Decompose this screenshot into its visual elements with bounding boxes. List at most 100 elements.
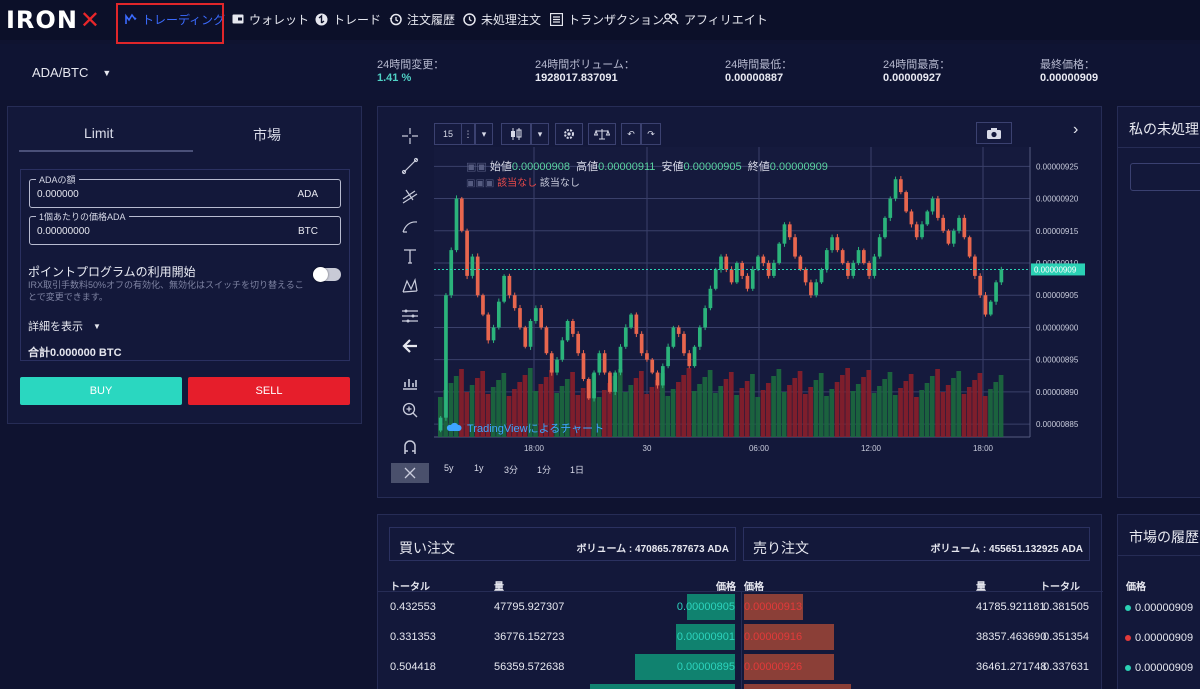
chevron-down-icon: ▼	[93, 321, 101, 331]
amount-legend: ADAの額	[36, 173, 79, 186]
candle-body	[592, 372, 596, 399]
tradingview-attribution[interactable]: TradingViewによるチャート	[446, 420, 604, 436]
nav-item-trade[interactable]: トレード	[315, 0, 381, 38]
volume-bar	[845, 368, 850, 437]
volume-bar	[639, 371, 644, 437]
candle-body	[946, 230, 951, 244]
timeframe-3m[interactable]: 3分	[504, 463, 518, 476]
volume-bar	[972, 380, 977, 437]
divider	[1118, 555, 1200, 556]
magnet-icon[interactable]	[400, 437, 420, 457]
nav-item-affiliate[interactable]: アフィリエイト	[662, 0, 768, 38]
back-arrow-icon[interactable]	[400, 336, 420, 356]
remove-drawings-icon[interactable]	[391, 463, 429, 483]
sell-order-row[interactable]: 0.00000926 36461.271748 0.337631	[744, 652, 1089, 682]
timeframe-1m[interactable]: 1分	[537, 463, 551, 476]
pattern-icon[interactable]	[400, 276, 420, 296]
candle-body	[512, 295, 517, 309]
tab-market[interactable]: 市場	[253, 125, 281, 145]
chevron-right-icon[interactable]: ›	[1073, 121, 1078, 139]
volume-bar	[787, 385, 792, 437]
zoom-icon[interactable]	[400, 400, 420, 420]
y-tick-label: 0.00000915	[1036, 227, 1079, 236]
nav-item-wallet[interactable]: ウォレット	[231, 0, 309, 38]
buy-row-amount: 56359.572638	[494, 661, 565, 673]
stat-value: 1.41 %	[377, 72, 412, 84]
measure-icon[interactable]	[400, 306, 420, 326]
logo-mark: ✕	[79, 6, 102, 34]
nav-item-open-orders[interactable]: 未処理注文	[463, 0, 541, 38]
show-details[interactable]: 詳細を表示 ▼	[28, 318, 101, 334]
compare-scale-icon[interactable]	[588, 123, 616, 145]
text-tool-icon[interactable]	[400, 246, 420, 266]
trendline-icon[interactable]	[400, 156, 420, 176]
amount-field[interactable]: ADAの額 0.000000 ADA	[29, 173, 341, 208]
sell-order-row[interactable]: 0.00000916 38357.463690 0.351354	[744, 622, 1089, 652]
point-program-toggle[interactable]	[313, 267, 341, 282]
candle-body	[713, 269, 718, 289]
buy-order-row[interactable]: 0.432553 47795.927307 0.00000905	[390, 592, 735, 622]
candle-body	[655, 372, 660, 386]
price-chart[interactable]: 0.000009250.000009200.000009150.00000910…	[434, 147, 1090, 459]
settings-gear-icon[interactable]	[555, 123, 583, 145]
volume-bar	[697, 384, 702, 437]
undo-icon[interactable]: ↶	[621, 123, 641, 145]
interval-dropdown-icon[interactable]: ▾	[475, 123, 493, 145]
nav-item-transactions[interactable]: トランザクション	[550, 0, 664, 38]
sell-order-row[interactable]: 0.0000092941702.1829920.387413	[744, 682, 1089, 689]
volume-bar	[929, 376, 935, 437]
buy-order-row[interactable]: 0.504418 56359.572638 0.00000895	[390, 652, 735, 682]
candle-body	[962, 217, 967, 238]
nav-item-history[interactable]: 注文履歴	[389, 0, 455, 38]
candle-body	[872, 256, 877, 276]
logo[interactable]: IRON ✕	[6, 6, 102, 34]
buy-order-row[interactable]: 0.331353 36776.152723 0.00000901	[390, 622, 735, 652]
open-orders-filter-input[interactable]	[1130, 163, 1200, 191]
order-total: 合計0.000000 BTC	[28, 347, 122, 359]
candle-body	[777, 243, 782, 263]
candle-body	[502, 275, 506, 302]
buy-button[interactable]: BUY	[20, 377, 182, 405]
interval-button[interactable]: 15	[434, 123, 462, 145]
volume-bar	[802, 394, 808, 437]
camera-icon[interactable]	[976, 122, 1012, 144]
candle-body	[888, 198, 893, 218]
drawing-toolbar	[378, 107, 429, 497]
candle-body	[988, 301, 993, 315]
sell-button[interactable]: SELL	[188, 377, 350, 405]
candle-body	[608, 372, 612, 392]
candle-dropdown-icon[interactable]: ▾	[531, 123, 549, 145]
buy-order-row[interactable]: 0.53274659926.4889690.00000889	[390, 682, 735, 689]
volume-bar	[935, 369, 940, 437]
book-divider	[741, 591, 742, 689]
order-type-tabs: Limit 市場	[8, 107, 361, 155]
candle-type-icon[interactable]	[501, 123, 531, 145]
price-field[interactable]: 1個あたりの価格ADA 0.00000000 BTC	[29, 210, 341, 245]
redo-icon[interactable]: ↷	[641, 123, 661, 145]
more-options-icon[interactable]: ⋮	[461, 123, 475, 145]
timeframe-1y[interactable]: 1y	[474, 463, 484, 473]
history-row: 0.00000909	[1125, 662, 1193, 674]
fib-icon[interactable]	[400, 186, 420, 206]
tab-active-underline	[19, 150, 193, 152]
tab-limit[interactable]: Limit	[84, 125, 114, 141]
timeframe-1d[interactable]: 1日	[570, 463, 584, 476]
sell-order-row[interactable]: 0.00000913 41785.921181 0.381505	[744, 592, 1089, 622]
crosshair-icon[interactable]	[400, 126, 420, 146]
candle-body	[983, 295, 988, 315]
indicator-icon[interactable]	[400, 372, 420, 392]
pair-selector[interactable]: ADA/BTC ▼	[32, 65, 111, 80]
volume-bar	[691, 391, 697, 437]
candle-body	[507, 275, 512, 296]
stat-24h-low: 24時間最低： 0.00000887	[725, 59, 792, 85]
volume-bar	[713, 393, 718, 437]
volume-bar	[877, 386, 882, 437]
brush-icon[interactable]	[400, 216, 420, 236]
volume-bar	[681, 375, 687, 437]
buy-book-title: 買い注文	[399, 540, 455, 556]
volume-bar	[850, 391, 856, 437]
y-tick-label: 0.00000895	[1036, 356, 1079, 365]
volume-bar	[765, 383, 771, 437]
sell-row-amount: 41785.921181	[976, 601, 1046, 613]
timeframe-5y[interactable]: 5y	[444, 463, 454, 473]
